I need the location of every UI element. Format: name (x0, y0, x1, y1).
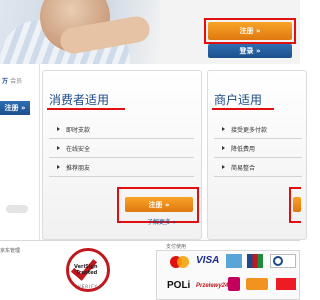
consumer-title-underline (47, 108, 125, 110)
consumer-title: 消费者适用 (49, 93, 110, 107)
bullet-icon (222, 165, 225, 169)
member-count-value: 万 (2, 78, 9, 85)
przelewy24-logo: Przelewy24 (196, 283, 229, 289)
merchant-signup-button[interactable] (293, 197, 301, 212)
consumer-benefit-list: 即时支款 在线安全 推荐朋友 (49, 120, 194, 177)
merchant-title-underline (212, 108, 274, 110)
consumer-panel: 消费者适用 即时支款 在线安全 推荐朋友 注册 » 了解更多 » (42, 70, 202, 240)
hero-signup-button[interactable]: 注册 » (208, 22, 292, 40)
poli-logo: POLi (167, 280, 191, 291)
bank-logo (276, 278, 296, 290)
merchant-title: 商户适用 (214, 93, 263, 107)
payment-label: 支付使用 (166, 244, 187, 250)
list-item: 在线安全 (49, 139, 194, 158)
member-count-unit: 会员 (10, 78, 23, 85)
ideal-logo (228, 277, 240, 291)
visa-logo: VISA (196, 255, 220, 266)
jcb-logo (247, 254, 263, 268)
member-count: 万 会员 (2, 76, 22, 85)
footer-left-text: 京东管理 (0, 248, 21, 254)
list-item: 推荐朋友 (49, 158, 194, 177)
consumer-signup-button[interactable]: 注册 » (125, 197, 193, 212)
verisign-sub: Trusted (76, 270, 98, 276)
list-item: 简易整合 (214, 158, 302, 177)
consumer-learn-more-link[interactable]: 了解更多 » (147, 217, 177, 226)
diners-club-logo (270, 254, 296, 268)
merchant-panel: 商户适用 接受更多付款 降低费用 简易整合 (207, 70, 307, 240)
verisign-verify: VERIFY ▸ (78, 284, 104, 289)
ulert-logo (246, 278, 268, 290)
amex-logo (226, 254, 242, 268)
bullet-icon (57, 146, 60, 150)
left-pill (6, 205, 28, 213)
hero-login-button[interactable]: 登录 » (208, 44, 292, 58)
bullet-icon (57, 165, 60, 169)
hero-photo (0, 0, 160, 64)
list-item: 即时支款 (49, 120, 194, 139)
merchant-benefit-list: 接受更多付款 降低费用 简易整合 (214, 120, 302, 177)
left-panel (0, 64, 40, 240)
bullet-icon (57, 127, 60, 131)
bullet-icon (222, 146, 225, 150)
mastercard-logo (170, 256, 189, 268)
list-item: 接受更多付款 (214, 120, 302, 139)
list-item: 降低费用 (214, 139, 302, 158)
bullet-icon (222, 127, 225, 131)
left-signup-button[interactable]: 注册 » (0, 101, 30, 115)
